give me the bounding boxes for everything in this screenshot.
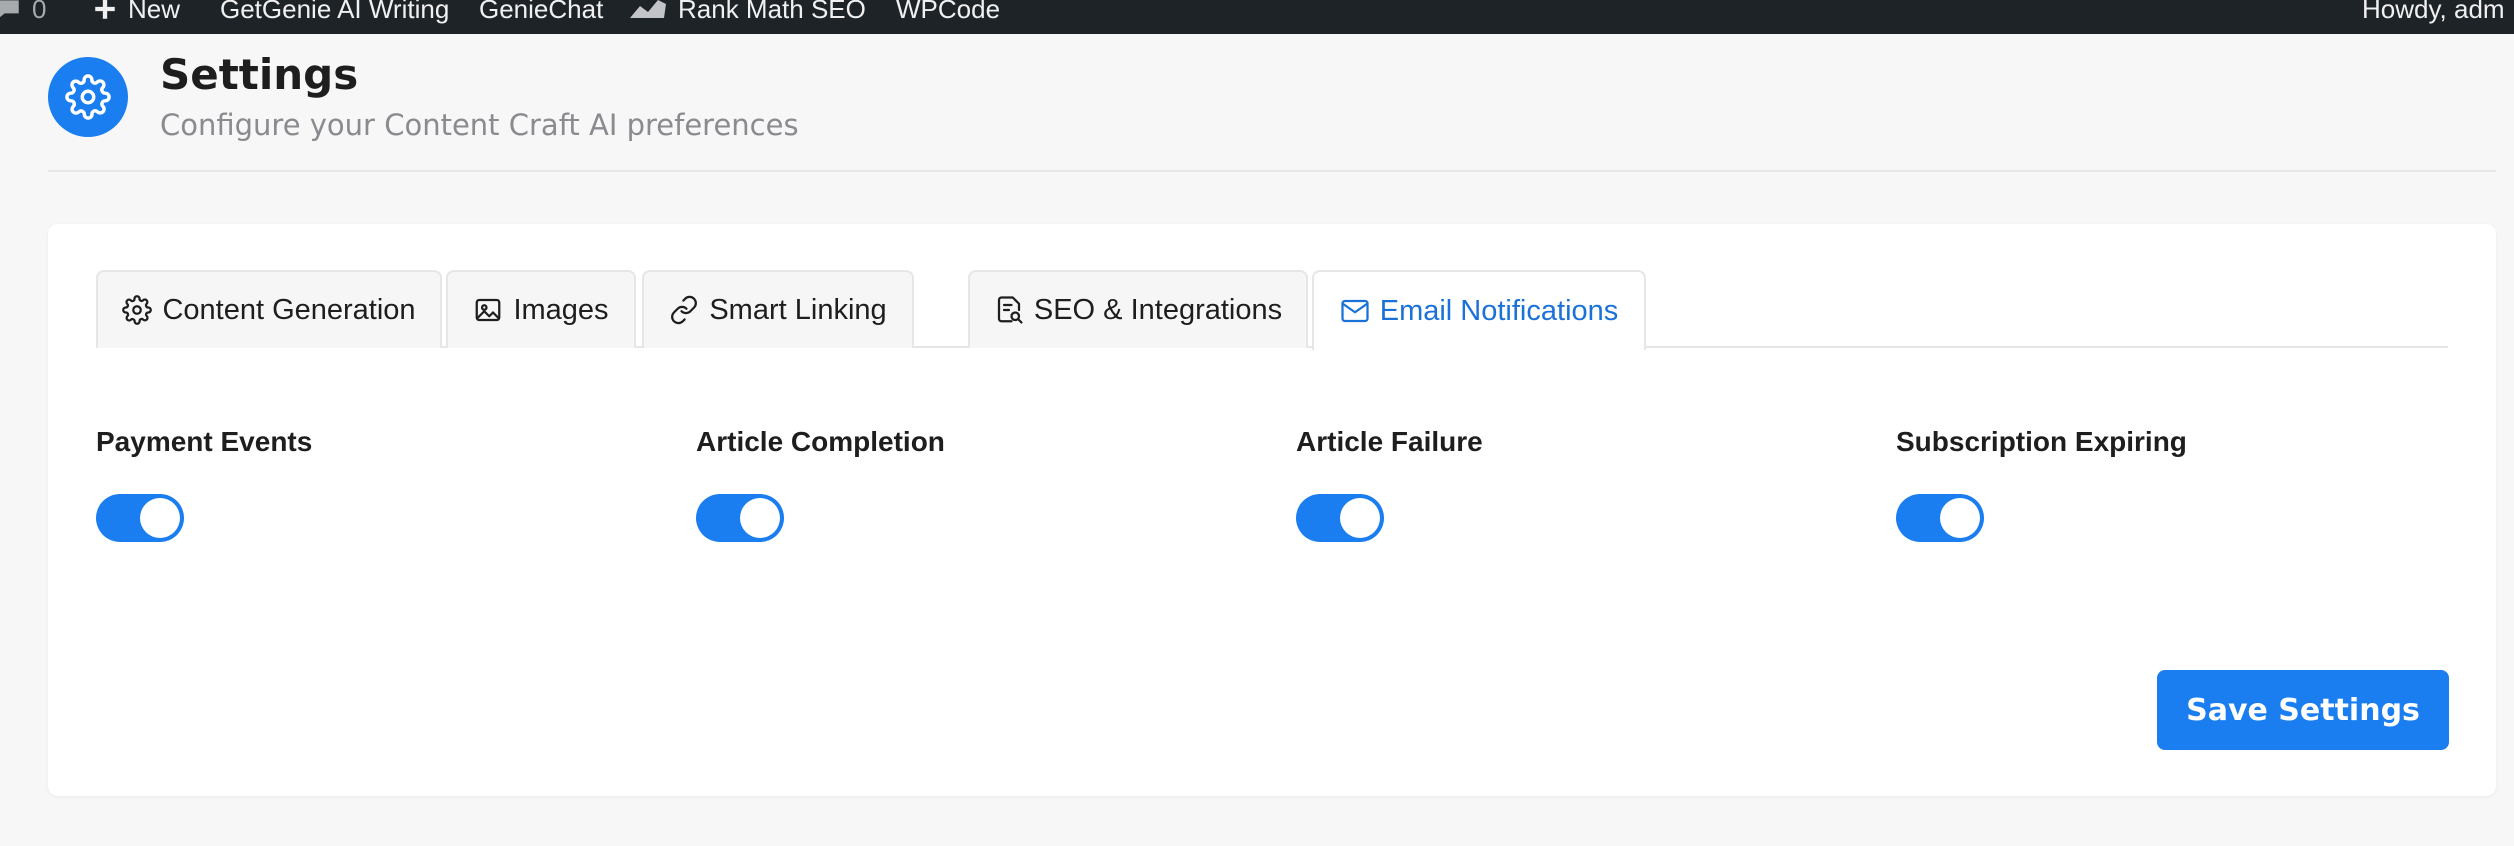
save-settings-button[interactable]: Save Settings xyxy=(2157,670,2449,750)
rank-math-label: Rank Math SEO xyxy=(678,0,866,24)
article-failure-label: Article Failure xyxy=(1296,426,1483,457)
tab-images[interactable]: Images xyxy=(446,270,636,348)
tab-smart-linking[interactable]: Smart Linking xyxy=(642,270,914,348)
rank-math-icon xyxy=(630,0,666,18)
new-label: New xyxy=(128,0,181,24)
wpcode-menu[interactable]: WPCode xyxy=(896,0,1000,26)
link-icon xyxy=(671,295,698,325)
article-failure-toggle[interactable] xyxy=(1296,494,1384,542)
geniechat-label: GenieChat xyxy=(479,0,604,24)
new-content-menu[interactable]: New xyxy=(92,0,180,26)
document-search-icon xyxy=(997,296,1023,324)
account-menu[interactable]: Howdy, adm xyxy=(2362,0,2505,26)
article-completion-setting: Article Completion xyxy=(696,426,945,542)
tab-label: Images xyxy=(513,293,609,326)
tab-content-generation[interactable]: Content Generation xyxy=(96,270,442,348)
page-subtitle: Configure your Content Craft AI preferen… xyxy=(160,108,799,142)
getgenie-menu[interactable]: GetGenie AI Writing xyxy=(220,0,449,26)
comments-menu[interactable]: 0 xyxy=(0,0,46,26)
plus-icon xyxy=(95,0,115,19)
rank-math-menu[interactable]: Rank Math SEO xyxy=(628,0,866,26)
page-header: Settings Configure your Content Craft AI… xyxy=(48,34,2496,172)
tab-label: Smart Linking xyxy=(709,293,887,326)
subscription-expiring-toggle[interactable] xyxy=(1896,494,1984,542)
gear-icon xyxy=(122,295,153,325)
page-title: Settings xyxy=(160,50,359,99)
toggle-knob xyxy=(140,498,180,538)
toggle-knob xyxy=(740,498,780,538)
comment-count: 0 xyxy=(32,0,47,24)
tab-label: SEO & Integrations xyxy=(1033,293,1283,326)
article-completion-toggle[interactable] xyxy=(696,494,784,542)
wpcode-label: WPCode xyxy=(896,0,1001,24)
getgenie-label: GetGenie AI Writing xyxy=(220,0,450,24)
settings-card: Content Generation Images Smart Linking xyxy=(48,224,2496,796)
envelope-icon xyxy=(1341,299,1369,323)
toggle-knob xyxy=(1340,498,1380,538)
article-failure-setting: Article Failure xyxy=(1296,426,1483,542)
admin-bar: 0 New GetGenie AI Writing GenieChat Rank… xyxy=(0,0,2514,34)
page-content: Settings Configure your Content Craft AI… xyxy=(0,34,2514,846)
tab-label: Content Generation xyxy=(162,293,416,326)
settings-gear-icon xyxy=(48,57,128,137)
article-completion-label: Article Completion xyxy=(696,426,945,457)
tab-seo-integrations[interactable]: SEO & Integrations xyxy=(968,270,1308,348)
subscription-expiring-setting: Subscription Expiring xyxy=(1896,426,2187,542)
tab-label: Email Notifications xyxy=(1379,294,1619,327)
image-icon xyxy=(476,298,501,322)
toggle-knob xyxy=(1940,498,1980,538)
howdy-label: Howdy, adm xyxy=(2362,0,2505,24)
subscription-expiring-label: Subscription Expiring xyxy=(1896,426,2187,457)
payment-events-setting: Payment Events xyxy=(96,426,313,542)
tab-email-notifications[interactable]: Email Notifications xyxy=(1312,270,1646,350)
settings-tabs: Content Generation Images Smart Linking xyxy=(96,270,2448,350)
geniechat-menu[interactable]: GenieChat xyxy=(479,0,603,26)
comment-icon xyxy=(0,0,19,18)
payment-events-toggle[interactable] xyxy=(96,494,184,542)
payment-events-label: Payment Events xyxy=(96,426,313,457)
